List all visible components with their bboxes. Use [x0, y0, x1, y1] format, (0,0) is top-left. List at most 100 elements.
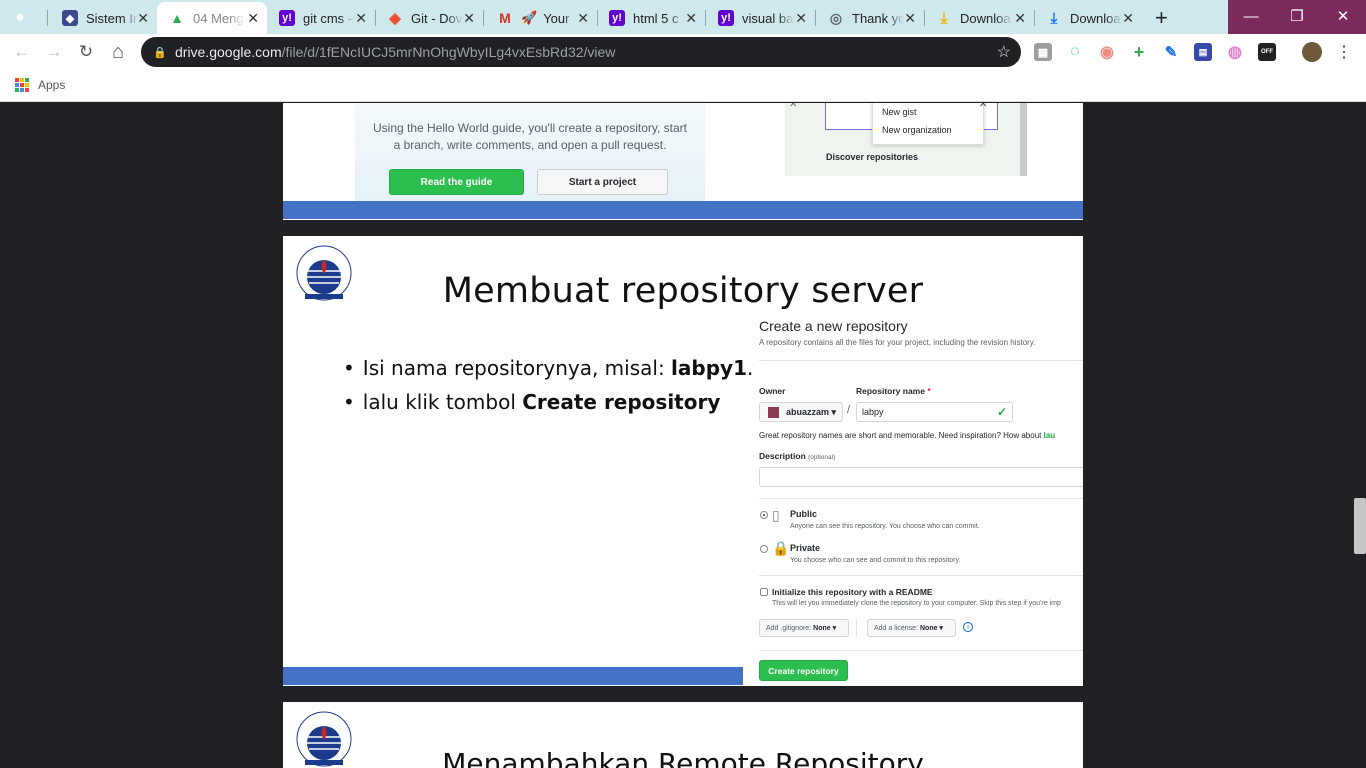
bullet-2-bold: Create repository [522, 390, 721, 414]
private-title: Private [790, 543, 821, 553]
github-dashboard-screenshot: ✕ New gist New organization ✕ Discover r… [785, 103, 1027, 176]
bullet-2-text: lalu klik tombol [362, 390, 523, 414]
gitignore-dropdown: Add .gitignore: None ▾ [759, 619, 849, 637]
close-tab-icon[interactable]: ✕ [355, 10, 367, 27]
tab-download-2[interactable]: ⤓ Downloa ✕ [1034, 2, 1142, 34]
public-title: Public [790, 509, 818, 519]
bookmark-star-icon[interactable]: ☆ [997, 42, 1011, 62]
extension-2-icon[interactable]: ◌ [1066, 43, 1084, 61]
slide-title: Menambahkan Remote Repository [442, 747, 924, 768]
private-description: You choose who can see and commit to thi… [790, 557, 961, 564]
github-icon: ● [15, 9, 25, 26]
minimize-button[interactable]: — [1228, 0, 1274, 32]
close-tab-icon[interactable]: ✕ [1014, 10, 1026, 27]
tab-thank-you[interactable]: ◎ Thank yo ✕ [816, 2, 924, 34]
extension-4-icon[interactable]: + [1130, 42, 1148, 62]
tab-download-1[interactable]: ⤓ Downloa ✕ [924, 2, 1034, 34]
slide-page-2: Membuat repository server Isi nama repos… [283, 236, 1083, 686]
required-mark: * [927, 386, 931, 396]
tab-yahoo-html5[interactable]: y! html 5 c ✕ [597, 2, 705, 34]
repo-name-field: labpy ✓ [856, 402, 1013, 422]
extension-5-icon[interactable]: ✎ [1162, 43, 1180, 61]
tab-github[interactable]: ● [0, 2, 50, 34]
new-menu-dropdown: New gist New organization [872, 103, 984, 145]
scrollbar-thumb[interactable] [1354, 498, 1366, 554]
repo-name-value: labpy [862, 407, 884, 417]
github-guide-card: Using the Hello World guide, you'll crea… [355, 103, 705, 216]
forward-button[interactable]: → [42, 40, 66, 64]
slide-footer-bar [283, 201, 1083, 219]
github-create-repo-screenshot: Create a new repository A repository con… [743, 236, 1083, 686]
yahoo-icon: y! [718, 10, 734, 26]
start-project-button[interactable]: Start a project [537, 169, 668, 195]
document-viewer[interactable]: Using the Hello World guide, you'll crea… [0, 103, 1366, 768]
extension-1-icon[interactable]: ▦ [1034, 43, 1052, 61]
globe-icon: ◎ [829, 9, 843, 26]
check-icon: ✓ [996, 405, 1007, 419]
read-guide-button[interactable]: Read the guide [389, 169, 524, 195]
extension-6-icon[interactable]: ▤ [1194, 43, 1212, 61]
readme-description: This will let you immediately clone the … [772, 600, 1061, 607]
profile-avatar[interactable] [1302, 42, 1322, 62]
discover-repositories: Discover repositories [826, 152, 919, 162]
apps-shortcut[interactable]: Apps [15, 78, 65, 92]
gitignore-label: Add .gitignore: [766, 624, 812, 632]
hint-suggestion: lau [1043, 431, 1056, 440]
form-heading: Create a new repository [759, 318, 908, 334]
tab-git[interactable]: ◆ Git - Dov ✕ [375, 2, 483, 34]
repo-name-label: Repository name * [856, 386, 931, 396]
close-tab-icon[interactable]: ✕ [137, 10, 149, 27]
extension-7-icon[interactable]: ◍ [1226, 43, 1244, 61]
git-icon: ◆ [389, 10, 401, 27]
close-tab-icon[interactable]: ✕ [904, 10, 916, 27]
divider [759, 498, 1083, 499]
bullet-1: Isi nama repositorynya, misal: labpy1. [343, 356, 754, 390]
url-path: /file/d/1fENcIUCJ5mrNnOhgWbyILg4vxEsbRd3… [281, 44, 616, 60]
tab-title: visual ba [742, 10, 794, 26]
bullet-1-text: Isi nama repositorynya, misal: [362, 356, 672, 380]
menu-new-gist: New gist [882, 107, 917, 117]
download-icon: ⤓ [1050, 9, 1058, 27]
close-tab-icon[interactable]: ✕ [1122, 10, 1134, 27]
owner-label: Owner [759, 386, 786, 396]
tab-yahoo-git-cms[interactable]: y! git cms - ✕ [267, 2, 375, 34]
slash-separator: / [847, 404, 851, 416]
url-host: drive.google.com [175, 44, 282, 60]
home-button[interactable]: ⌂ [106, 40, 130, 64]
restore-button[interactable]: ❐ [1274, 0, 1320, 32]
close-window-button[interactable]: ✕ [1320, 0, 1366, 32]
slide-footer-bar [283, 667, 743, 685]
guide-line-2: a branch, write comments, and open a pul… [393, 138, 667, 152]
tab-gmail[interactable]: M 🚀 Your ✕ [485, 2, 597, 34]
tab-strip: ● ◆ Sistem In ✕ ▲ 04 Meng ✕ y! git cms -… [0, 0, 1366, 34]
lock-icon: 🔒 [153, 46, 167, 59]
close-tab-icon[interactable]: ✕ [795, 10, 807, 27]
menu-new-organization: New organization [882, 125, 952, 135]
close-tab-icon[interactable]: ✕ [247, 10, 259, 27]
menu-kebab-icon[interactable]: ⋮ [1332, 40, 1356, 64]
readme-title: Initialize this repository with a README [772, 587, 933, 597]
yahoo-icon: y! [279, 10, 295, 26]
close-tab-icon[interactable]: ✕ [577, 10, 589, 27]
bullet-2: lalu klik tombol Create repository [343, 390, 753, 424]
private-radio [760, 545, 768, 553]
divider [759, 360, 1083, 361]
create-repository-button: Create repository [759, 660, 848, 681]
apps-grid-icon [15, 78, 29, 92]
license-label: Add a license: [874, 624, 918, 632]
slide-page-3: Menambahkan Remote Repository [283, 702, 1083, 768]
new-tab-button[interactable]: + [1155, 5, 1168, 31]
gitignore-value: None ▾ [813, 625, 837, 632]
university-icon: ◆ [62, 10, 78, 26]
close-tab-icon[interactable]: ✕ [463, 10, 475, 27]
tab-yahoo-visual-basic[interactable]: y! visual ba ✕ [706, 2, 815, 34]
tab-drive[interactable]: ▲ 04 Meng ✕ [157, 2, 267, 34]
address-bar[interactable]: 🔒 drive.google.com/file/d/1fENcIUCJ5mrNn… [141, 37, 1021, 67]
close-tab-icon[interactable]: ✕ [685, 10, 697, 27]
tab-sistem[interactable]: ◆ Sistem In ✕ [50, 2, 157, 34]
tab-title: git cms - [303, 10, 353, 26]
reload-button[interactable]: ↻ [74, 40, 98, 64]
extension-3-icon[interactable]: ◉ [1098, 43, 1116, 61]
back-button[interactable]: ← [10, 40, 34, 64]
extension-8-icon[interactable]: OFF [1258, 43, 1276, 61]
